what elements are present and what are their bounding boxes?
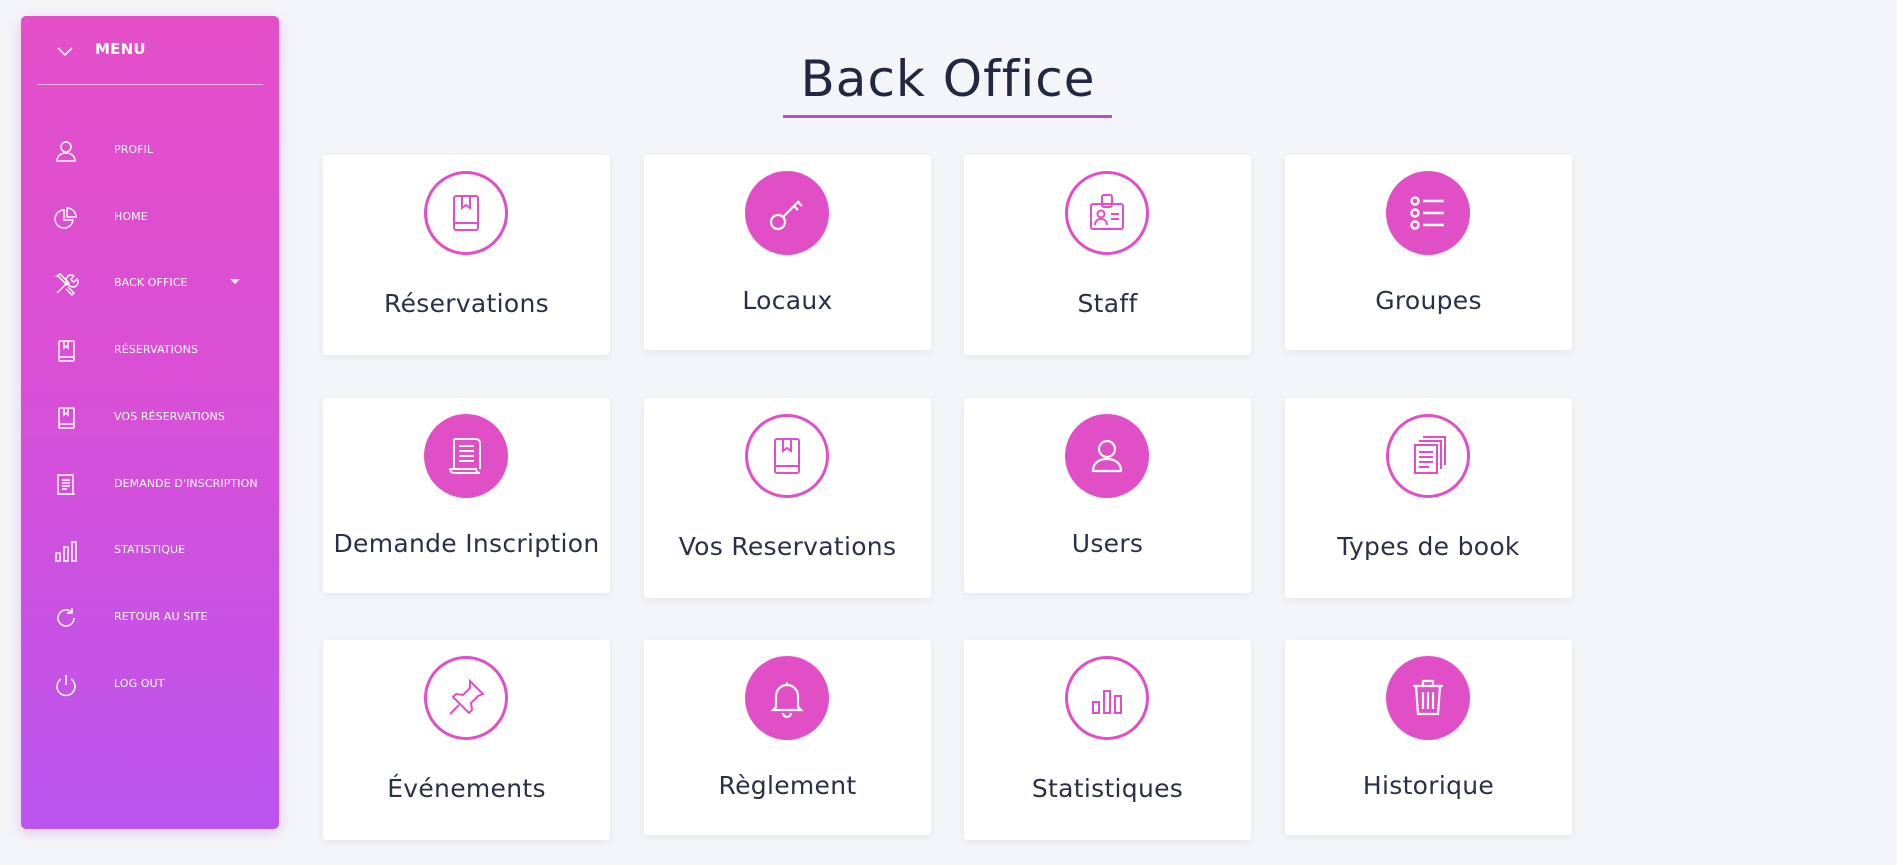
card-icon-circle [1065,171,1149,255]
sidebar-item-label: STATISTIQUE [114,543,186,556]
card-demande-inscription[interactable]: Demande Inscription [323,398,610,593]
book-icon [453,195,479,231]
card-icon-circle [745,656,829,740]
card-icon-circle [1386,171,1470,255]
sidebar-item-back-office[interactable]: BACK OFFICE [21,263,279,303]
card-label: Locaux [742,286,833,315]
sidebar-item-vos-reservations[interactable]: VOS RÉSERVATIONS [21,397,279,437]
sidebar-menu: MENU PROFIL HOME BACK OFFICE RÉSERVATION… [21,16,279,829]
card-historique[interactable]: Historique [1285,640,1572,835]
scroll-icon [448,438,481,474]
card-icon-circle [1386,414,1470,498]
sidebar-item-label: HOME [114,210,148,223]
id-badge-icon [1090,194,1124,230]
documents-icon [1414,436,1446,474]
card-statistiques[interactable]: Statistiques [964,640,1251,840]
card-icon-circle [745,414,829,498]
sidebar-item-reservations[interactable]: RÉSERVATIONS [21,330,279,370]
refresh-icon [57,608,75,627]
card-label: Historique [1362,771,1495,800]
card-icon-circle [745,171,829,255]
sidebar-item-label: PROFIL [114,143,154,156]
tools-icon [54,273,79,297]
bell-icon [770,682,804,719]
sidebar-item-label: VOS RÉSERVATIONS [114,410,225,423]
card-icon-circle [424,414,508,498]
card-label: Réservations [384,289,549,318]
card-icon-circle [1386,656,1470,740]
book-icon [58,407,75,429]
page-title: Back Office [800,50,1096,108]
card-types-de-book[interactable]: Types de book [1285,398,1572,598]
card-label: Types de book [1337,532,1520,561]
power-icon [56,675,76,697]
book-icon [58,340,75,362]
user-icon [56,141,76,162]
book-icon [774,438,800,474]
card-label: Groupes [1375,286,1482,315]
card-label: Demande Inscription [333,529,600,558]
card-icon-circle [1065,414,1149,498]
card-icon-circle [424,656,508,740]
list-icon [1410,196,1444,230]
title-underline [783,115,1112,118]
document-icon [57,474,75,495]
card-vos-reservations[interactable]: Vos Reservations [644,398,931,598]
sidebar-item-label: DEMANDE D'INSCRIPTION [114,477,258,490]
card-evenements[interactable]: Événements [323,640,610,840]
bar-chart-icon [55,541,77,562]
card-label: Vos Reservations [678,532,897,561]
sidebar-item-profil[interactable]: PROFIL [21,130,279,170]
pin-icon [449,678,485,715]
key-icon [769,200,803,231]
card-icon-circle [1065,656,1149,740]
bar-chart-icon [1092,690,1122,714]
card-locaux[interactable]: Locaux [644,155,931,350]
pie-chart-icon [54,207,77,229]
trash-icon [1413,679,1443,716]
sidebar-item-label: RÉSERVATIONS [114,343,199,356]
sidebar-item-demande-inscription[interactable]: DEMANDE D'INSCRIPTION [21,464,279,504]
card-users[interactable]: Users [964,398,1251,593]
sidebar-item-home[interactable]: HOME [21,197,279,237]
sidebar-item-retour-au-site[interactable]: RETOUR AU SITE [21,597,279,637]
sidebar-item-label: BACK OFFICE [114,276,188,289]
card-groupes[interactable]: Groupes [1285,155,1572,350]
card-label: Users [1071,529,1144,558]
menu-label: MENU [95,40,146,58]
card-staff[interactable]: Staff [964,155,1251,355]
menu-header[interactable]: MENU [37,16,263,85]
card-icon-circle [424,171,508,255]
sidebar-item-statistique[interactable]: STATISTIQUE [21,530,279,570]
chevron-down-icon[interactable] [55,41,75,61]
sidebar-item-label: LOG OUT [114,677,165,690]
card-label: Staff [1077,289,1138,318]
caret-down-icon[interactable] [230,279,240,284]
sidebar-item-log-out[interactable]: LOG OUT [21,664,279,704]
card-label: Règlement [718,771,857,800]
card-label: Événements [387,774,546,803]
card-label: Statistiques [1031,774,1184,803]
user-icon [1091,439,1123,473]
card-reservations[interactable]: Réservations [323,155,610,355]
card-reglement[interactable]: Règlement [644,640,931,835]
sidebar-item-label: RETOUR AU SITE [114,610,208,623]
